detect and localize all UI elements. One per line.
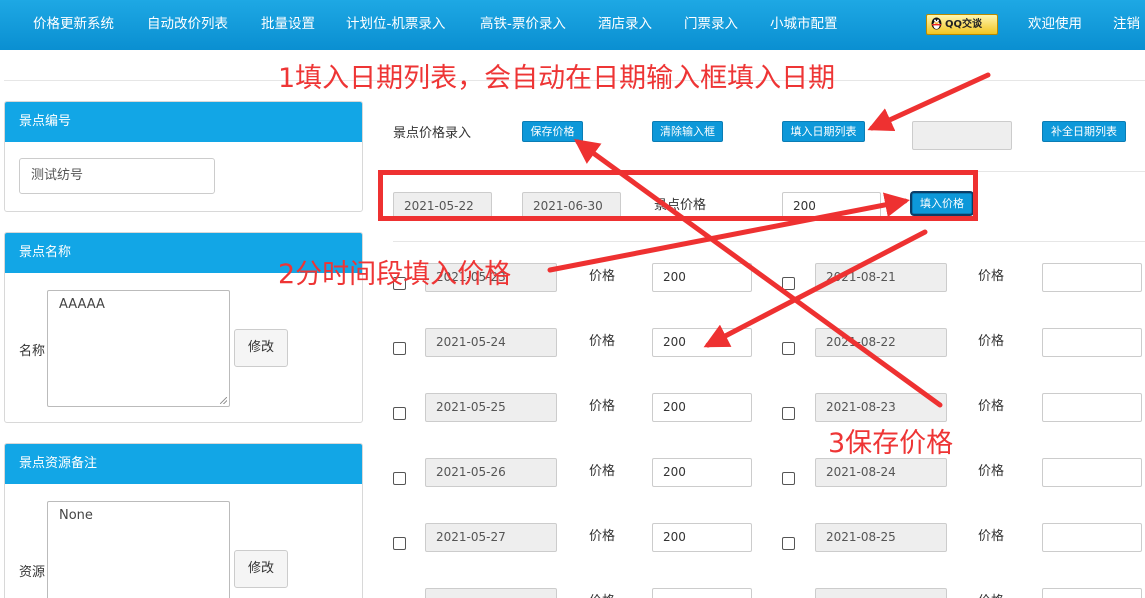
price-label: 价格 [978, 334, 1005, 349]
qq-penguin-icon [931, 17, 942, 30]
annotation-step3: 3保存价格 [828, 428, 954, 459]
complete-dates-button[interactable]: 补全日期列表 [1042, 121, 1126, 142]
spot-note-textarea[interactable]: None [47, 501, 230, 598]
logout-link[interactable]: 注销 [1113, 0, 1140, 50]
nav-item-small-city-config[interactable]: 小城市配置 [770, 0, 838, 50]
spot-number-input[interactable]: 测试纺号 [19, 158, 215, 194]
right-date-input[interactable]: 2021-08-23 [815, 393, 947, 422]
price-label: 价格 [589, 334, 616, 349]
left-date-input[interactable]: 2021-05-25 [425, 393, 557, 422]
top-nav: 价格更新系统 自动改价列表 批量设置 计划位-机票录入 高铁-票价录入 酒店录入… [0, 0, 1145, 50]
right-date-input[interactable] [815, 588, 947, 598]
right-price-input[interactable] [1042, 458, 1142, 487]
spot-name-label: 名称 [19, 344, 46, 359]
price-label: 价格 [978, 269, 1005, 284]
price-label: 价格 [589, 269, 616, 284]
price-label: 价格 [978, 399, 1005, 414]
row-checkbox[interactable] [393, 407, 406, 420]
spot-note-value: None [59, 508, 93, 523]
price-label: 价格 [589, 529, 616, 544]
row-checkbox[interactable] [782, 407, 795, 420]
save-price-button[interactable]: 保存价格 [522, 121, 583, 142]
right-price-input[interactable] [1042, 328, 1142, 357]
spot-number-panel: 景点编号 测试纺号 [4, 101, 363, 212]
left-date-input[interactable] [425, 588, 557, 598]
right-date-input[interactable]: 2021-08-22 [815, 328, 947, 357]
left-price-input[interactable]: 200 [652, 393, 752, 422]
right-price-input[interactable] [1042, 523, 1142, 552]
row-checkbox[interactable] [782, 472, 795, 485]
nav-item-batch-settings[interactable]: 批量设置 [261, 0, 315, 50]
left-price-input[interactable]: 200 [652, 458, 752, 487]
fill-dates-button[interactable]: 填入日期列表 [782, 121, 865, 142]
spot-name-value: AAAAA [59, 297, 105, 312]
resize-handle-icon[interactable] [220, 397, 227, 404]
right-price-input[interactable] [1042, 588, 1142, 598]
spot-note-title: 景点资源备注 [5, 444, 362, 484]
annotation-step2: 2分时间段填入价格 [278, 259, 512, 290]
nav-item-auto-price-list[interactable]: 自动改价列表 [147, 0, 228, 50]
page: 价格更新系统 自动改价列表 批量设置 计划位-机票录入 高铁-票价录入 酒店录入… [0, 0, 1145, 598]
spot-number-title: 景点编号 [5, 102, 362, 142]
welcome-text: 欢迎使用 [1028, 16, 1082, 32]
qq-chat-label: QQ交谈 [945, 19, 983, 30]
spot-note-label: 资源 [19, 565, 46, 580]
left-price-input[interactable]: 200 [652, 263, 752, 292]
divider [393, 241, 1145, 242]
left-price-input[interactable]: 200 [652, 523, 752, 552]
left-date-input[interactable]: 2021-05-26 [425, 458, 557, 487]
row-checkbox[interactable] [393, 537, 406, 550]
nav-item-flight-entry[interactable]: 计划位-机票录入 [346, 0, 445, 50]
price-entry-label: 景点价格录入 [393, 126, 472, 141]
price-label: 价格 [589, 464, 616, 479]
annotation-highlight-box [378, 170, 978, 221]
annotation-step1: 1填入日期列表，会自动在日期输入框填入日期 [278, 63, 836, 94]
nav-item-train-entry[interactable]: 高铁-票价录入 [480, 0, 566, 50]
row-checkbox[interactable] [782, 342, 795, 355]
price-label: 价格 [589, 590, 615, 598]
spot-note-panel: 景点资源备注 资源 None 修改 [4, 443, 363, 598]
price-label: 价格 [978, 529, 1005, 544]
nav-item-hotel-entry[interactable]: 酒店录入 [598, 0, 652, 50]
left-price-input[interactable]: 200 [652, 328, 752, 357]
left-date-input[interactable]: 2021-05-24 [425, 328, 557, 357]
nav-item-ticket-entry[interactable]: 门票录入 [684, 0, 738, 50]
price-label: 价格 [978, 590, 1004, 598]
row-checkbox[interactable] [782, 277, 795, 290]
right-date-input[interactable]: 2021-08-25 [815, 523, 947, 552]
fill-dates-input[interactable] [912, 121, 1012, 150]
left-date-input[interactable]: 2021-05-27 [425, 523, 557, 552]
price-label: 价格 [589, 399, 616, 414]
left-price-input[interactable] [652, 588, 752, 598]
row-checkbox[interactable] [393, 472, 406, 485]
row-checkbox[interactable] [782, 537, 795, 550]
right-price-input[interactable] [1042, 393, 1142, 422]
price-label: 价格 [978, 464, 1005, 479]
spot-name-textarea[interactable]: AAAAA [47, 290, 230, 407]
nav-item-price-update-system[interactable]: 价格更新系统 [33, 0, 114, 50]
right-date-input[interactable]: 2021-08-21 [815, 263, 947, 292]
right-price-input[interactable] [1042, 263, 1142, 292]
spot-note-modify-button[interactable]: 修改 [234, 550, 288, 588]
qq-chat-button[interactable]: QQ交谈 [926, 14, 998, 35]
right-date-input[interactable]: 2021-08-24 [815, 458, 947, 487]
spot-name-modify-button[interactable]: 修改 [234, 329, 288, 367]
row-checkbox[interactable] [393, 342, 406, 355]
clear-inputs-button[interactable]: 清除输入框 [652, 121, 723, 142]
